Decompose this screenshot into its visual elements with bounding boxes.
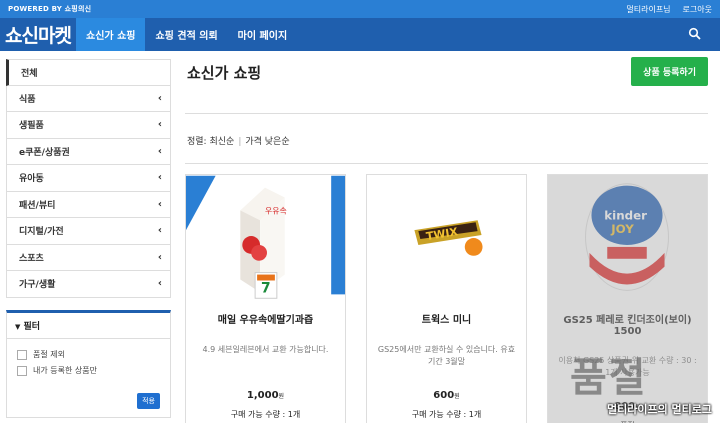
sidebar-item-label: 식품 [19, 94, 36, 105]
sidebar-item-digital[interactable]: 디지털/가전 ‹ [6, 218, 171, 245]
price-unit: 원 [454, 393, 460, 400]
chevron-left-icon: ‹ [157, 278, 162, 290]
divider [185, 163, 708, 164]
checkbox[interactable] [17, 365, 27, 376]
sidebar-item-label: 디지털/가전 [19, 227, 64, 238]
sold-out-label: 품절 [570, 355, 648, 401]
apply-filter-button[interactable]: 적용 [137, 392, 160, 409]
filter-panel: ▼ 필터 품절 제외 내가 등록한 상품만 적용 [6, 309, 171, 418]
product-card[interactable]: kinder JOY GS25 페레로 킨더조이(보이) 1500 이용처 GS… [547, 174, 708, 423]
sidebar-item-label: 생필품 [19, 121, 44, 132]
watermark-text: 멀티라이프의 멀티로그 [606, 403, 712, 416]
caret-down-icon: ▼ [15, 322, 21, 331]
product-image: TWIX [367, 175, 526, 305]
sidebar-item-food[interactable]: 식품 ‹ [6, 85, 171, 112]
sidebar-item-label: e쿠폰/상품권 [19, 147, 70, 158]
search-icon[interactable] [688, 27, 702, 41]
chevron-left-icon: ‹ [157, 198, 162, 210]
register-product-button[interactable]: 상품 등록하기 [631, 57, 708, 86]
product-price: 1,000원 [186, 390, 345, 401]
filter-option-label: 내가 등록한 상품만 [33, 366, 97, 375]
site-logo[interactable]: 쇼신마켓 [0, 21, 76, 48]
user-name-link[interactable]: 멀티라이프님 [626, 4, 670, 15]
tab-my-page[interactable]: 마이 페이지 [228, 18, 297, 51]
svg-text:7: 7 [261, 280, 271, 296]
filter-title[interactable]: ▼ 필터 [7, 313, 170, 339]
user-links: 멀티라이프님 로그아웃 [626, 4, 712, 15]
divider [185, 113, 708, 114]
svg-text:우유속: 우유속 [265, 206, 287, 215]
sidebar-item-label: 유아동 [19, 174, 44, 185]
chevron-left-icon: ‹ [157, 145, 162, 157]
sort-label: 정렬: [187, 137, 207, 147]
tab-shopping-quote[interactable]: 쇼핑 견적 의뢰 [145, 18, 227, 51]
top-bar: POWERED BY 쇼핑의신 멀티라이프님 로그아웃 [0, 0, 720, 18]
filter-option-my-products[interactable]: 내가 등록한 상품만 [7, 363, 170, 379]
product-image: 우유속 7 [186, 175, 345, 305]
sidebar-item-label: 가구/생활 [19, 280, 56, 291]
product-name: 트윅스 미니 [421, 315, 472, 326]
main-nav: 쇼신마켓 쇼신가 쇼핑 쇼핑 견적 의뢰 마이 페이지 [0, 18, 720, 51]
sidebar-item-sports[interactable]: 스포츠 ‹ [6, 244, 171, 271]
product-desc: GS25에서만 교환하실 수 있습니다. 유효기간 3월말 [377, 345, 516, 366]
powered-by-text: POWERED BY 쇼핑의신 [8, 5, 92, 13]
filter-option-exclude-soldout[interactable]: 품절 제외 [7, 347, 170, 363]
sidebar-item-furniture[interactable]: 가구/생활 ‹ [6, 271, 171, 298]
chevron-left-icon: ‹ [157, 251, 162, 263]
chevron-left-icon: ‹ [157, 225, 162, 237]
tab-shinga-shopping[interactable]: 쇼신가 쇼핑 [76, 18, 146, 51]
main-content: 쇼신가 쇼핑 상품 등록하기 정렬: 최신순 | 가격 낮은순 우유속 7 매일… [185, 51, 708, 423]
chevron-left-icon: ‹ [157, 172, 162, 184]
price-value: 1,000 [246, 390, 279, 401]
filter-title-label: 필터 [23, 321, 41, 332]
sidebar-item-all[interactable]: 전체 [6, 59, 171, 86]
product-card[interactable]: 우유속 7 매일 우유속에딸기과즙 4.9 세븐일레븐에서 교환 가능합니다. … [185, 174, 346, 423]
product-card[interactable]: TWIX 트윅스 미니 GS25에서만 교환하실 수 있습니다. 유효기간 3월… [366, 174, 527, 423]
purchase-limit: 구매 가능 수량 : 1개 [411, 410, 482, 419]
product-desc: 4.9 세븐일레븐에서 교환 가능합니다. [202, 345, 329, 354]
sort-separator: | [238, 137, 242, 147]
sidebar: 전체 식품 ‹ 생필품 ‹ e쿠폰/상품권 ‹ 유아동 ‹ 패션/뷰티 ‹ 디지털/가전 ‹… [6, 59, 171, 423]
purchase-limit: 구매 가능 수량 : 1개 [230, 410, 301, 419]
chevron-left-icon: ‹ [157, 119, 162, 131]
sidebar-item-ecoupon[interactable]: e쿠폰/상품권 ‹ [6, 138, 171, 165]
logout-link[interactable]: 로그아웃 [683, 4, 712, 15]
price-unit: 원 [278, 393, 285, 400]
strawberry-milk-image: 우유속 7 [186, 175, 345, 299]
sidebar-item-label: 패션/뷰티 [19, 200, 56, 211]
sort-latest[interactable]: 최신순 [209, 137, 234, 147]
filter-option-label: 품절 제외 [33, 350, 65, 359]
sort-price-low[interactable]: 가격 낮은순 [245, 137, 289, 147]
sidebar-item-kids[interactable]: 유아동 ‹ [6, 165, 171, 192]
sidebar-item-fashion-beauty[interactable]: 패션/뷰티 ‹ [6, 191, 171, 218]
page-title: 쇼신가 쇼핑 [187, 64, 262, 82]
chevron-left-icon: ‹ [157, 92, 162, 104]
twix-mini-image: TWIX [414, 220, 483, 256]
price-value: 600 [433, 390, 455, 401]
sidebar-item-label: 스포츠 [19, 253, 44, 264]
checkbox[interactable] [17, 349, 27, 360]
sort-bar: 정렬: 최신순 | 가격 낮은순 [187, 134, 708, 147]
sidebar-item-label: 전체 [21, 68, 38, 79]
product-price: 600원 [367, 390, 526, 401]
sidebar-item-daily-goods[interactable]: 생필품 ‹ [6, 112, 171, 139]
category-list: 전체 식품 ‹ 생필품 ‹ e쿠폰/상품권 ‹ 유아동 ‹ 패션/뷰티 ‹ 디지털/가전 ‹… [6, 59, 171, 298]
product-name: 매일 우유속에딸기과즙 [217, 315, 314, 326]
product-grid: 우유속 7 매일 우유속에딸기과즙 4.9 세븐일레븐에서 교환 가능합니다. … [185, 174, 708, 423]
